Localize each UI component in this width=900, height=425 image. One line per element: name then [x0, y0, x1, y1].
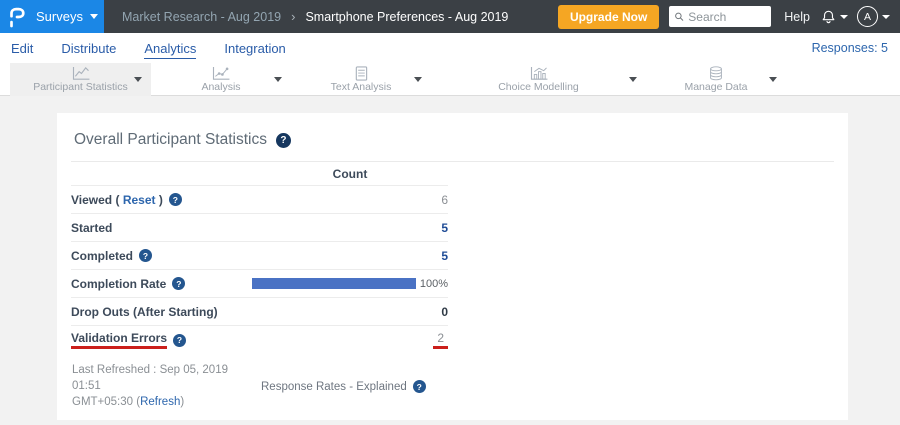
response-rates-explained: Response Rates - Explained ?: [261, 363, 426, 410]
line-chart-icon: [69, 66, 93, 81]
scatter-chart-icon: [209, 66, 233, 81]
tab-dropdown-caret[interactable]: [274, 77, 282, 82]
search-input[interactable]: [688, 10, 766, 24]
row-value: 100%: [420, 278, 448, 290]
help-icon[interactable]: ?: [413, 380, 426, 393]
tab-analysis[interactable]: Analysis: [151, 63, 291, 96]
database-icon: [704, 66, 728, 81]
table-row-completed: Completed ? 5: [71, 242, 448, 270]
table-row-viewed: Viewed ( Reset ) ? 6: [71, 186, 448, 214]
table-row-drop-outs: Drop Outs (After Starting) 0: [71, 298, 448, 326]
document-icon: [349, 66, 373, 81]
tab-label: Text Analysis: [331, 82, 392, 93]
row-value: 5: [441, 249, 448, 263]
tab-label: Choice Modelling: [498, 82, 579, 93]
search-box: [669, 6, 771, 27]
completion-rate-bar: [252, 278, 416, 289]
row-label: Viewed (: [71, 193, 119, 207]
last-refreshed-line2-suffix: ): [180, 396, 184, 408]
avatar: A: [857, 6, 878, 27]
page-title: Overall Participant Statistics: [74, 131, 267, 149]
row-value-annotated: 2: [433, 331, 448, 349]
tab-dropdown-caret[interactable]: [629, 77, 637, 82]
tab-label: Participant Statistics: [33, 82, 128, 93]
table-row-started: Started 5: [71, 214, 448, 242]
tab-participant-statistics[interactable]: Participant Statistics: [10, 63, 151, 96]
participant-statistics-card: Overall Participant Statistics ? Count V…: [57, 113, 848, 420]
survey-nav: Edit Distribute Analytics Integration Re…: [0, 33, 900, 63]
row-label-annotated: Validation Errors: [71, 331, 167, 349]
nav-item-analytics[interactable]: Analytics: [144, 38, 196, 59]
participant-statistics-table: Count Viewed ( Reset ) ? 6 Started: [71, 162, 448, 410]
row-label: Completed: [71, 249, 133, 263]
tab-choice-modelling[interactable]: Choice Modelling: [431, 63, 646, 96]
nav-item-integration[interactable]: Integration: [224, 38, 285, 58]
last-refreshed-line1: Last Refreshed : Sep 05, 2019 01:51: [72, 364, 228, 392]
tab-text-analysis[interactable]: Text Analysis: [291, 63, 431, 96]
top-bar: Surveys Market Research - Aug 2019 › Sma…: [0, 0, 900, 33]
chevron-down-icon: [882, 15, 890, 19]
responses-count: Responses: 5: [812, 41, 888, 55]
tab-label: Manage Data: [684, 82, 747, 93]
row-value: 6: [441, 193, 448, 207]
surveys-product-menu[interactable]: Surveys: [0, 0, 104, 33]
row-value: 0: [441, 305, 448, 319]
nav-item-edit[interactable]: Edit: [11, 38, 33, 58]
tab-manage-data[interactable]: Manage Data: [646, 63, 786, 96]
help-icon[interactable]: ?: [139, 249, 152, 262]
count-column-header: Count: [333, 167, 368, 181]
breadcrumb-separator-icon: ›: [291, 9, 295, 24]
chevron-down-icon: [90, 14, 98, 19]
row-label: Drop Outs (After Starting): [71, 305, 218, 319]
upgrade-now-button[interactable]: Upgrade Now: [558, 5, 659, 29]
row-label-suffix: ): [159, 193, 163, 207]
tab-dropdown-caret[interactable]: [134, 77, 142, 82]
bell-icon: [820, 8, 837, 26]
chevron-down-icon: [840, 15, 848, 19]
reset-link[interactable]: Reset: [123, 193, 156, 207]
tab-dropdown-caret[interactable]: [414, 77, 422, 82]
completion-bar-fill: [252, 278, 416, 289]
product-name: Surveys: [36, 9, 83, 24]
questionpro-logo-icon: [6, 5, 28, 29]
table-row-completion-rate: Completion Rate ? 100%: [71, 270, 448, 298]
bar-chart-icon: [527, 66, 551, 81]
notifications-menu[interactable]: [820, 8, 848, 26]
card-title-row: Overall Participant Statistics ?: [71, 125, 834, 162]
row-label: Started: [71, 221, 112, 235]
last-refreshed-line2-prefix: GMT+05:30 (: [72, 396, 140, 408]
refresh-link[interactable]: Refresh: [140, 396, 180, 408]
tab-label: Analysis: [201, 82, 240, 93]
help-icon[interactable]: ?: [169, 193, 182, 206]
search-icon: [674, 10, 684, 23]
help-icon[interactable]: ?: [173, 334, 186, 347]
tab-dropdown-caret[interactable]: [769, 77, 777, 82]
breadcrumb-current: Smartphone Preferences - Aug 2019: [305, 10, 508, 24]
table-header-row: Count: [71, 162, 448, 186]
analytics-toolbar: Participant Statistics Analysis Text Ana…: [0, 63, 900, 96]
help-link[interactable]: Help: [784, 10, 810, 24]
table-row-validation-errors: Validation Errors ? 2: [71, 326, 448, 354]
page-content: Overall Participant Statistics ? Count V…: [0, 113, 900, 425]
account-menu[interactable]: A: [857, 6, 890, 27]
help-icon[interactable]: ?: [172, 277, 185, 290]
breadcrumb-parent[interactable]: Market Research - Aug 2019: [122, 10, 281, 24]
nav-item-distribute[interactable]: Distribute: [61, 38, 116, 58]
row-label: Completion Rate: [71, 277, 166, 291]
help-icon[interactable]: ?: [276, 133, 291, 148]
response-rates-label: Response Rates - Explained: [261, 381, 407, 393]
row-value: 5: [441, 221, 448, 235]
last-refreshed: Last Refreshed : Sep 05, 2019 01:51 GMT+…: [72, 362, 250, 410]
table-footer: Last Refreshed : Sep 05, 2019 01:51 GMT+…: [71, 362, 448, 410]
breadcrumb: Market Research - Aug 2019 › Smartphone …: [122, 9, 558, 24]
